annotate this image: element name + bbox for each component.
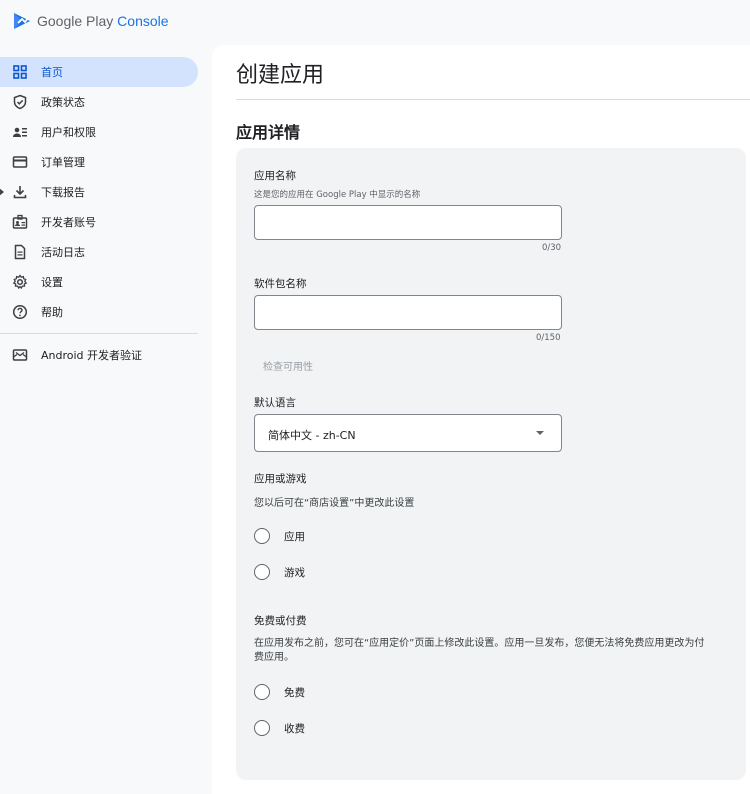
radio-option-game[interactable]: 游戏	[254, 563, 305, 581]
sidebar-item-activity-log[interactable]: 活动日志	[0, 237, 206, 267]
sidebar-item-android-dev-verification[interactable]: Android 开发者验证	[0, 340, 206, 370]
sidebar-item-help[interactable]: 帮助	[0, 297, 206, 327]
title-divider	[236, 99, 750, 100]
radio-circle-icon	[254, 528, 270, 544]
package-name-label: 软件包名称	[254, 278, 307, 290]
sidebar-item-home[interactable]: 首页	[0, 57, 198, 87]
sidebar-item-label: 用户和权限	[41, 126, 96, 139]
app-name-label: 应用名称	[254, 170, 296, 182]
sidebar-item-label: 下载报告	[41, 186, 85, 199]
radio-label: 收费	[284, 722, 305, 735]
expand-arrow-icon[interactable]	[0, 188, 4, 196]
download-icon	[12, 184, 28, 200]
sidebar-item-label: 政策状态	[41, 96, 85, 109]
shield-check-icon	[12, 94, 28, 110]
radio-circle-icon	[254, 684, 270, 700]
package-name-input[interactable]	[254, 295, 562, 330]
sidebar-item-label: 开发者账号	[41, 216, 96, 229]
selected-language: 简体中文 - zh-CN	[268, 429, 356, 442]
check-availability-link[interactable]: 检查可用性	[263, 358, 313, 373]
sidebar-item-settings[interactable]: 设置	[0, 267, 206, 297]
radio-label: 免费	[284, 686, 305, 699]
document-icon	[12, 244, 28, 260]
sidebar-item-developer-account[interactable]: 开发者账号	[0, 207, 206, 237]
sidebar-item-order-management[interactable]: 订单管理	[0, 147, 206, 177]
sidebar-item-label: Android 开发者验证	[41, 349, 143, 362]
free-or-paid-description: 在应用发布之前，您可在“应用定价”页面上修改此设置。应用一旦发布，您便无法将免费…	[254, 638, 705, 663]
sidebar-item-label: 订单管理	[41, 156, 85, 169]
play-console-logo-icon	[14, 13, 30, 29]
sidebar-item-download-reports[interactable]: 下载报告	[0, 177, 206, 207]
radio-circle-icon	[254, 564, 270, 580]
help-icon	[12, 304, 28, 320]
app-details-card: 应用名称 这是您的应用在 Google Play 中显示的名称 0/30 软件包…	[236, 148, 746, 780]
app-or-game-description: 您以后可在“商店设置”中更改此设置	[254, 498, 415, 509]
sidebar-item-users-permissions[interactable]: 用户和权限	[0, 117, 206, 147]
dashboard-icon	[12, 64, 28, 80]
app-or-game-label: 应用或游戏	[254, 473, 307, 485]
sidebar-divider	[0, 333, 198, 334]
section-title: 应用详情	[236, 123, 301, 142]
badge-icon	[12, 214, 28, 230]
sidebar-item-label: 设置	[41, 276, 63, 289]
radio-option-app[interactable]: 应用	[254, 527, 305, 545]
gear-icon	[12, 274, 28, 290]
verify-mail-icon	[12, 347, 28, 363]
package-name-counter: 0/150	[536, 333, 561, 343]
default-language-label: 默认语言	[254, 397, 296, 409]
default-language-select[interactable]: 简体中文 - zh-CN	[254, 414, 562, 452]
credit-card-icon	[12, 154, 28, 170]
sidebar-item-label: 活动日志	[41, 246, 85, 259]
app-name-input[interactable]	[254, 205, 562, 240]
radio-circle-icon	[254, 720, 270, 736]
app-name-counter: 0/30	[542, 243, 562, 253]
sidebar-nav: 首页 政策状态 用户和权限 订单管理 下载报告 开发者账号 活动日志 设置 帮助…	[0, 57, 206, 370]
radio-label: 应用	[284, 530, 305, 543]
page-title: 创建应用	[236, 63, 325, 88]
people-list-icon	[12, 124, 28, 140]
sidebar-item-policy-status[interactable]: 政策状态	[0, 87, 206, 117]
radio-option-paid[interactable]: 收费	[254, 719, 305, 737]
radio-option-free[interactable]: 免费	[254, 683, 305, 701]
app-logo[interactable]: Google Play Console	[12, 11, 169, 31]
main-content: 创建应用 应用详情 应用名称 这是您的应用在 Google Play 中显示的名…	[212, 45, 750, 794]
dropdown-arrow-icon	[536, 431, 544, 435]
app-name: Google Play Console	[37, 13, 169, 29]
app-name-help: 这是您的应用在 Google Play 中显示的名称	[254, 190, 421, 200]
radio-label: 游戏	[284, 566, 305, 579]
sidebar-item-label: 首页	[41, 66, 63, 79]
sidebar-item-label: 帮助	[41, 306, 63, 319]
free-or-paid-label: 免费或付费	[254, 615, 307, 627]
